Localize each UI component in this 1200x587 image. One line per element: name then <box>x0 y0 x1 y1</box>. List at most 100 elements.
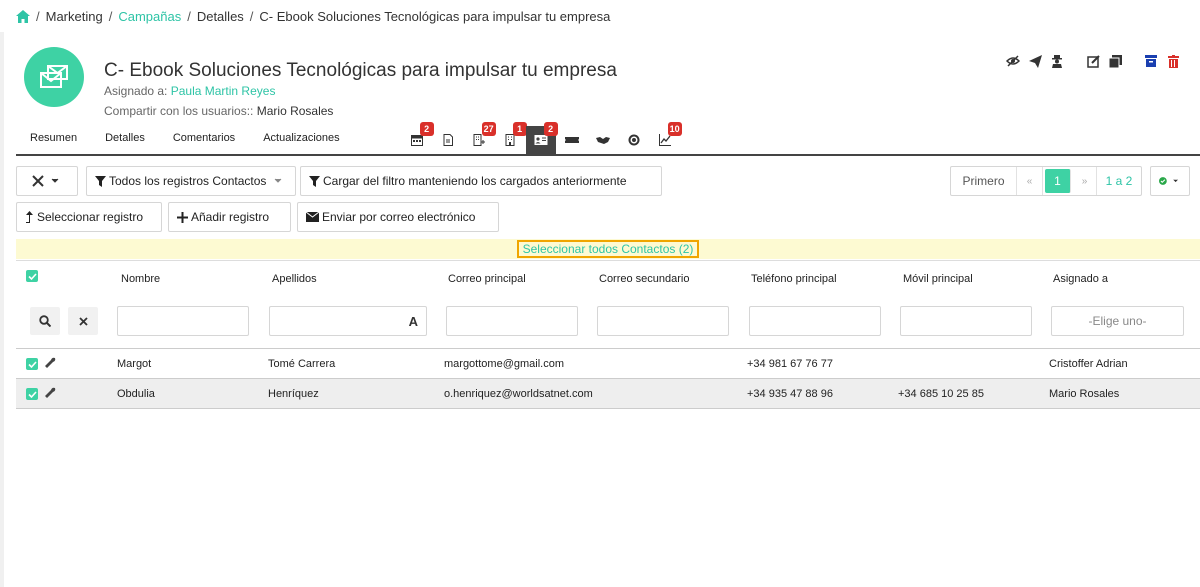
table-row[interactable]: Margot Tomé Carrera margottome@gmail.com… <box>16 348 1200 378</box>
campaign-avatar <box>24 47 84 107</box>
filter-select[interactable]: Todos los registros Contactos <box>86 166 296 196</box>
assigned-user-link[interactable]: Paula Martin Reyes <box>171 84 276 98</box>
row-checkbox[interactable] <box>26 388 38 400</box>
target-icon <box>628 134 640 146</box>
checkmark-icon <box>27 272 37 280</box>
eye-slash-icon[interactable] <box>1006 54 1020 68</box>
tab-contacts[interactable]: 2 <box>525 122 558 154</box>
search-button[interactable] <box>30 307 60 335</box>
column-header-movil-principal[interactable]: Móvil principal <box>903 273 973 285</box>
column-header-correo-secundario[interactable]: Correo secundario <box>599 273 690 285</box>
tab-companies[interactable]: 1 <box>495 122 527 154</box>
column-header-correo-principal[interactable]: Correo principal <box>448 273 526 285</box>
tab-accounts[interactable]: 27 <box>464 122 496 154</box>
tab-comentarios[interactable]: Comentarios <box>159 132 249 154</box>
record-detail-panel: C- Ebook Soluciones Tecnológicas para im… <box>4 32 1200 587</box>
duplicate-icon[interactable] <box>1108 54 1122 68</box>
column-header-telefono-principal[interactable]: Teléfono principal <box>751 273 837 285</box>
cell-apellidos: Tomé Carrera <box>268 358 336 370</box>
breadcrumb-separator: / <box>36 8 40 24</box>
close-icon <box>78 316 88 326</box>
pagination-current[interactable]: 1 <box>1045 169 1071 193</box>
tools-dropdown-button[interactable] <box>16 166 78 196</box>
tab-detalles[interactable]: Detalles <box>91 132 159 154</box>
pagination-range: 1 a 2 <box>1105 174 1133 188</box>
home-icon[interactable] <box>16 9 30 23</box>
shared-user: Mario Rosales <box>256 104 334 118</box>
filter-row: A -Elige uno- <box>16 296 1200 348</box>
chart-line-icon <box>658 134 671 146</box>
edit-icon[interactable] <box>1086 54 1100 68</box>
wrench-icon[interactable] <box>44 357 56 372</box>
arrow-up-icon <box>26 211 33 223</box>
tab-calendar[interactable]: 2 <box>402 122 434 154</box>
calendar-icon <box>410 135 423 146</box>
badge-count: 2 <box>419 122 434 136</box>
tab-documents[interactable] <box>433 126 463 154</box>
filter-input-nombre[interactable] <box>117 306 249 336</box>
record-tabs: Resumen Detalles Comentarios Actualizaci… <box>16 120 1200 156</box>
cell-correo-principal[interactable]: o.henriquez@worldsatnet.com <box>444 388 593 400</box>
breadcrumb-separator: / <box>108 8 113 24</box>
tab-deals[interactable] <box>588 126 618 154</box>
send-icon[interactable] <box>1028 54 1042 68</box>
load-filter-button[interactable]: Cargar del filtro manteniendo los cargad… <box>300 166 662 196</box>
handshake-icon <box>595 137 610 144</box>
envelopes-icon <box>40 65 68 88</box>
breadcrumb-current: C- Ebook Soluciones Tecnológicas para im… <box>259 8 611 24</box>
column-header-asignado[interactable]: Asignado a <box>1053 273 1108 285</box>
cell-telefono: +34 981 67 76 77 <box>747 358 833 370</box>
pagination-next[interactable]: » <box>1073 167 1097 195</box>
filter-input-telefono-principal[interactable] <box>749 306 881 336</box>
pagination-first[interactable]: Primero <box>951 167 1017 195</box>
load-filter-label: Cargar del filtro manteniendo los cargad… <box>323 174 627 188</box>
checkmark-icon <box>27 390 37 398</box>
pagination-prev[interactable]: « <box>1017 167 1043 195</box>
column-header-apellidos[interactable]: Apellidos <box>272 273 317 285</box>
page-title: C- Ebook Soluciones Tecnológicas para im… <box>104 60 617 81</box>
filter-input-correo-secundario[interactable] <box>597 306 729 336</box>
breadcrumb-campanas[interactable]: Campañas <box>118 9 181 24</box>
trash-icon[interactable] <box>1166 54 1180 68</box>
cell-correo-principal[interactable]: margottome@gmail.com <box>444 358 564 370</box>
add-record-label: Añadir registro <box>191 210 270 224</box>
building-icon <box>505 134 515 146</box>
clear-filter-button[interactable] <box>68 307 98 335</box>
tab-reports[interactable]: 10 <box>650 122 682 154</box>
add-record-button[interactable]: Añadir registro <box>168 202 291 232</box>
select-all-link[interactable]: Seleccionar todos Contactos (2) <box>516 240 700 258</box>
select-record-button[interactable]: Seleccionar registro <box>16 202 162 232</box>
cell-nombre[interactable]: Margot <box>117 358 151 370</box>
cell-telefono: +34 935 47 88 96 <box>747 388 833 400</box>
column-header-nombre[interactable]: Nombre <box>121 273 160 285</box>
user-secret-icon[interactable] <box>1050 54 1064 68</box>
send-email-button[interactable]: Enviar por correo electrónico <box>297 202 499 232</box>
cell-asignado: Cristoffer Adrian <box>1049 358 1128 370</box>
status-dropdown-button[interactable] <box>1150 166 1190 196</box>
building-plus-icon <box>473 134 485 146</box>
filter-input-movil-principal[interactable] <box>900 306 1032 336</box>
assigned-to: Asignado a: Paula Martin Reyes <box>104 84 275 98</box>
badge-count: 27 <box>481 122 496 136</box>
table-row[interactable]: Obdulia Henríquez o.henriquez@worldsatne… <box>16 378 1200 408</box>
filter-input-correo-principal[interactable] <box>446 306 578 336</box>
wrench-icon[interactable] <box>44 387 56 402</box>
ticket-icon <box>564 137 579 143</box>
select-all-checkbox[interactable] <box>26 270 38 282</box>
case-sensitive-toggle[interactable]: A <box>409 314 418 329</box>
tab-resumen[interactable]: Resumen <box>16 132 91 154</box>
filter-select-asignado[interactable]: -Elige uno- <box>1051 306 1184 336</box>
tab-tickets[interactable] <box>557 126 587 154</box>
badge-count: 10 <box>667 122 682 136</box>
row-checkbox[interactable] <box>26 358 38 370</box>
archive-icon[interactable] <box>1144 54 1158 68</box>
breadcrumb-marketing[interactable]: Marketing <box>46 9 103 24</box>
cell-nombre[interactable]: Obdulia <box>117 388 155 400</box>
tab-actualizaciones[interactable]: Actualizaciones <box>249 132 353 154</box>
plus-icon <box>177 211 188 223</box>
related-modules-tabs: 2 27 1 2 10 <box>402 122 682 154</box>
badge-count: 1 <box>512 122 527 136</box>
breadcrumb-detalles[interactable]: Detalles <box>197 9 244 24</box>
tab-goals[interactable] <box>619 126 649 154</box>
filter-input-apellidos[interactable]: A <box>269 306 427 336</box>
